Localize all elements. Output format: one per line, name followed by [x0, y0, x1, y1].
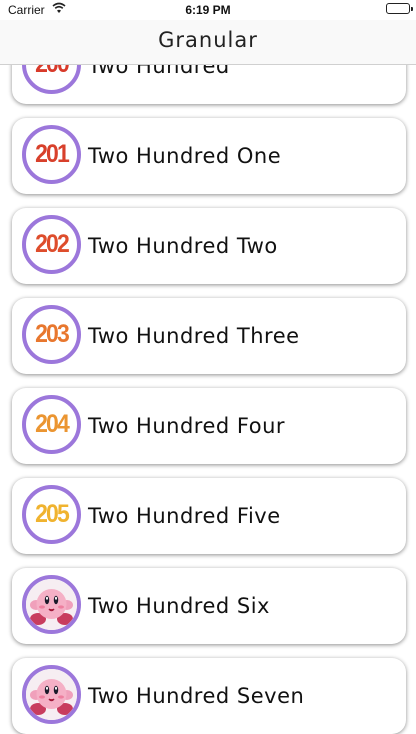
item-number: 200	[28, 65, 75, 90]
number-badge: 203	[22, 305, 81, 364]
number-badge: 202	[22, 215, 81, 274]
item-list[interactable]: 200 Two Hundred 201 Two Hundred One 202 Two H…	[0, 65, 416, 734]
battery-icon	[386, 3, 413, 14]
list-item[interactable]: 204 Two Hundred Four	[12, 388, 406, 464]
item-label: Two Hundred One	[88, 144, 282, 168]
kirby-icon	[26, 579, 77, 630]
item-number: 205	[35, 500, 70, 528]
item-number: 204	[35, 410, 70, 438]
list-item[interactable]: 200 Two Hundred	[12, 65, 406, 104]
item-label: Two Hundred Two	[88, 234, 278, 258]
kirby-icon	[26, 669, 77, 720]
status-time: 6:19 PM	[185, 3, 231, 17]
item-label: Two Hundred Four	[88, 414, 286, 438]
avatar	[22, 665, 81, 724]
list-item[interactable]: 202 Two Hundred Two	[12, 208, 406, 284]
number-badge: 205	[22, 485, 81, 544]
status-bar: Carrier 6:19 PM	[0, 0, 416, 20]
item-label: Two Hundred Six	[88, 594, 270, 618]
list-item[interactable]: 203 Two Hundred Three	[12, 298, 406, 374]
item-label: Two Hundred Five	[88, 504, 281, 528]
number-badge: 204	[22, 395, 81, 454]
navigation-bar: Granular	[0, 20, 416, 65]
number-badge: 201	[22, 125, 81, 184]
list-item[interactable]: 201 Two Hundred One	[12, 118, 406, 194]
list-item[interactable]: Two Hundred Seven	[12, 658, 406, 734]
item-label: Two Hundred Seven	[88, 684, 305, 708]
item-label: Two Hundred Three	[88, 324, 300, 348]
item-number: 201	[35, 140, 70, 168]
list-item[interactable]: Two Hundred Six	[12, 568, 406, 644]
avatar	[22, 575, 81, 634]
item-number: 202	[35, 230, 70, 258]
page-title: Granular	[158, 28, 258, 52]
number-badge: 200	[22, 65, 81, 94]
list-item[interactable]: 205 Two Hundred Five	[12, 478, 406, 554]
item-label: Two Hundred	[88, 65, 230, 78]
item-number: 203	[35, 320, 70, 348]
